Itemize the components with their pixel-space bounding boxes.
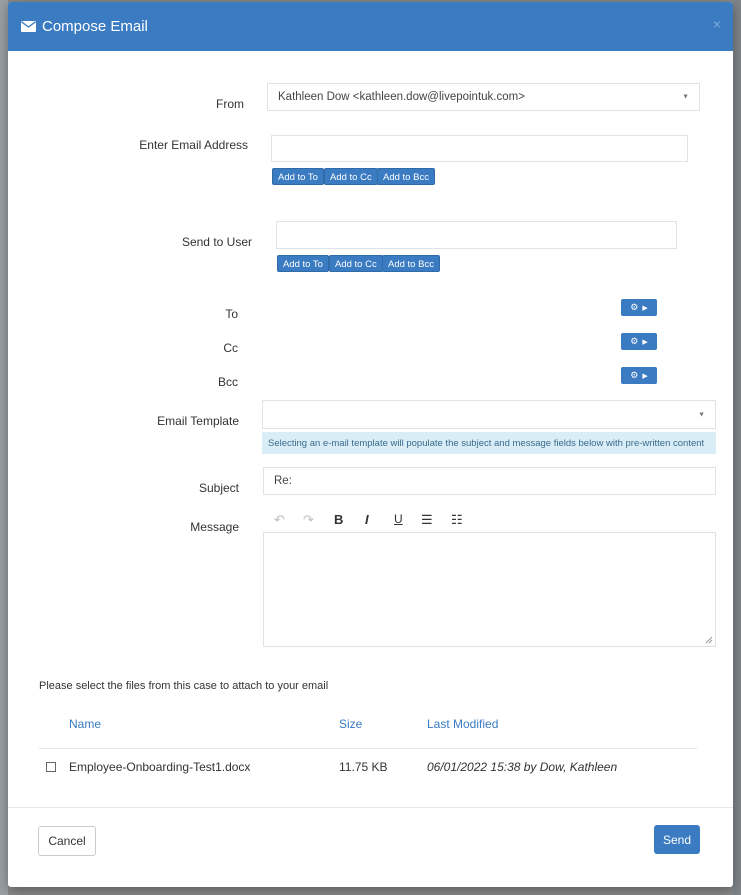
backdrop-left: [0, 0, 8, 895]
email-template-label: Email Template: [157, 414, 239, 428]
from-label: From: [216, 97, 244, 111]
underline-icon[interactable]: U: [394, 512, 403, 526]
gear-icon: ⚙: [630, 370, 639, 380]
gear-icon: ⚙: [630, 302, 639, 312]
gear-icon: ⚙: [630, 336, 639, 346]
envelope-icon: [21, 21, 36, 32]
email-add-bcc-button[interactable]: Add to Bcc: [377, 168, 435, 185]
chevron-down-icon: ▼: [698, 411, 705, 418]
file-modified: 06/01/2022 15:38 by Dow, Kathleen: [427, 760, 618, 774]
message-label: Message: [190, 520, 239, 534]
user-add-bcc-button[interactable]: Add to Bcc: [382, 255, 440, 272]
bullet-list-icon[interactable]: ☰: [421, 512, 433, 528]
subject-value: Re:: [274, 475, 292, 487]
italic-icon[interactable]: I: [365, 512, 369, 527]
file-size: 11.75 KB: [339, 760, 388, 774]
user-add-to-button[interactable]: Add to To: [277, 255, 329, 272]
cc-label: Cc: [223, 341, 238, 355]
email-template-select[interactable]: ▼: [262, 400, 716, 429]
file-checkbox[interactable]: [46, 762, 56, 772]
message-editor[interactable]: [263, 532, 716, 647]
chevron-down-icon: ▼: [682, 93, 689, 101]
numbered-list-icon[interactable]: ☷: [451, 512, 463, 528]
to-label: To: [225, 307, 238, 321]
bcc-label: Bcc: [217, 375, 238, 389]
from-select[interactable]: Kathleen Dow <kathleen.dow@livepointuk.c…: [267, 83, 700, 111]
modal-header: Compose Email ×: [8, 2, 733, 51]
footer-divider: [8, 807, 733, 808]
attachments-prompt: Please select the files from this case t…: [39, 680, 329, 692]
column-header-size[interactable]: Size: [339, 717, 362, 731]
column-header-modified[interactable]: Last Modified: [427, 717, 498, 731]
email-address-input[interactable]: [271, 135, 688, 162]
subject-input[interactable]: Re:: [263, 467, 716, 495]
caret-right-icon: ▶: [642, 372, 648, 380]
modal-title: Compose Email: [42, 18, 148, 35]
close-icon[interactable]: ×: [713, 16, 721, 32]
to-options-button[interactable]: ⚙ ▶: [621, 299, 657, 316]
email-address-label: Enter Email Address: [139, 138, 248, 152]
compose-email-modal: Compose Email × From Kathleen Dow <kathl…: [8, 2, 733, 887]
email-add-cc-button[interactable]: Add to Cc: [324, 168, 378, 185]
resize-handle-icon[interactable]: [705, 636, 713, 644]
file-name: Employee-Onboarding-Test1.docx: [69, 760, 251, 774]
email-add-to-button[interactable]: Add to To: [272, 168, 324, 185]
undo-icon[interactable]: ↶: [274, 512, 285, 528]
column-header-name[interactable]: Name: [69, 717, 101, 731]
redo-icon[interactable]: ↷: [303, 512, 314, 528]
cc-options-button[interactable]: ⚙ ▶: [621, 333, 657, 350]
bcc-options-button[interactable]: ⚙ ▶: [621, 367, 657, 384]
cancel-button[interactable]: Cancel: [38, 826, 96, 856]
caret-right-icon: ▶: [642, 338, 648, 346]
backdrop-right: [733, 0, 741, 895]
caret-right-icon: ▶: [642, 304, 648, 312]
user-add-cc-button[interactable]: Add to Cc: [329, 255, 383, 272]
from-value: Kathleen Dow <kathleen.dow@livepointuk.c…: [278, 91, 525, 103]
send-button[interactable]: Send: [654, 825, 700, 854]
subject-label: Subject: [198, 481, 239, 495]
template-info-alert: Selecting an e-mail template will popula…: [262, 432, 716, 454]
bold-icon[interactable]: B: [334, 512, 343, 527]
table-header-divider: [39, 748, 697, 749]
send-to-user-input[interactable]: [276, 221, 677, 249]
send-to-user-label: Send to User: [181, 235, 252, 249]
